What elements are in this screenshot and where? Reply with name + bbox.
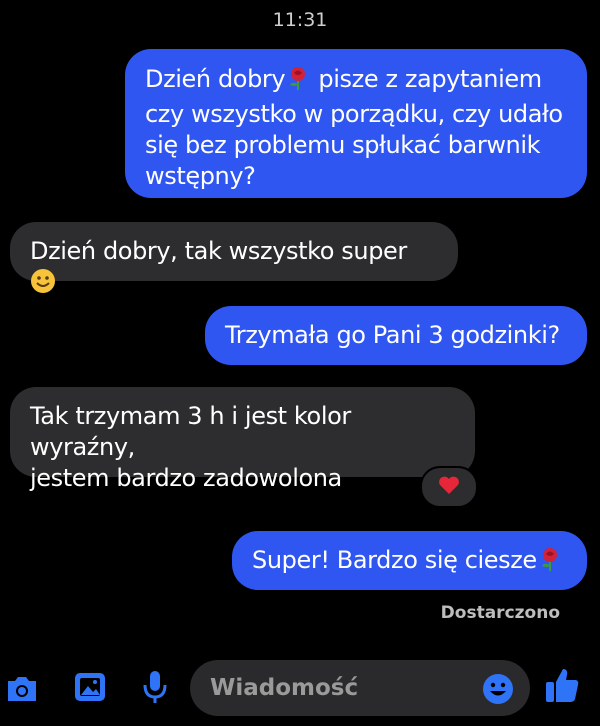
gallery-icon[interactable] — [72, 669, 108, 705]
camera-icon[interactable] — [4, 671, 40, 707]
message-bubble-outgoing[interactable]: Super! Bardzo się ciesze — [232, 531, 587, 590]
message-bubble-outgoing[interactable]: Dzień dobry pisze z zapytaniem czy wszys… — [125, 49, 587, 198]
heart-reaction[interactable] — [420, 466, 478, 508]
message-composer — [0, 655, 600, 726]
message-text: Trzymała go Pani 3 godzinki? — [225, 321, 560, 349]
rose-emoji — [537, 546, 563, 580]
message-text: Tak trzymam 3 h i jest kolor wyraźny, je… — [30, 402, 351, 492]
message-text: Dzień dobry — [145, 65, 286, 93]
smiling-face-emoji — [30, 268, 56, 302]
rose-emoji — [285, 65, 311, 99]
message-input-field[interactable] — [190, 660, 530, 716]
microphone-icon[interactable] — [138, 667, 172, 707]
message-bubble-outgoing[interactable]: Trzymała go Pani 3 godzinki? — [205, 306, 587, 365]
thumbs-up-icon[interactable] — [542, 663, 582, 707]
message-bubble-incoming[interactable]: Tak trzymam 3 h i jest kolor wyraźny, je… — [10, 387, 475, 492]
message-text: Dzień dobry, tak wszystko super — [30, 237, 407, 265]
emoji-icon[interactable] — [480, 671, 516, 707]
heart-icon — [438, 475, 460, 499]
message-text: Super! Bardzo się ciesze — [252, 546, 537, 574]
message-bubble-incoming[interactable]: Dzień dobry, tak wszystko super — [10, 222, 458, 293]
message-input[interactable] — [208, 674, 482, 702]
delivery-status: Dostarczono — [440, 603, 560, 623]
message-timestamp: 11:31 — [272, 9, 328, 31]
